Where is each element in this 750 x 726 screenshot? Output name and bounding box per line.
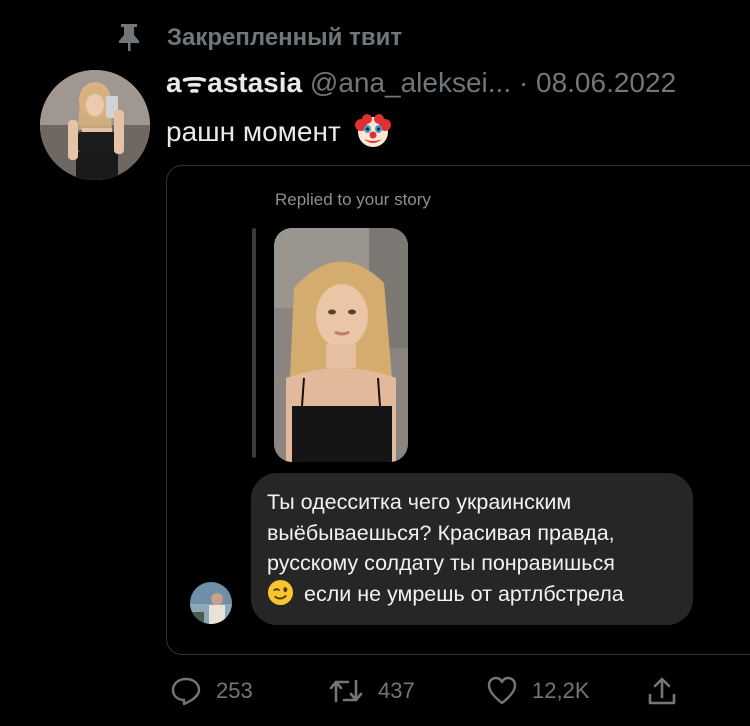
media-card[interactable]: Replied to your story Ты одесситка чего … xyxy=(166,165,750,655)
heart-icon xyxy=(487,676,517,705)
sender-avatar[interactable] xyxy=(190,582,232,624)
avatar[interactable] xyxy=(40,70,150,180)
pinned-tweet-label: Закрепленный твит xyxy=(167,24,403,51)
tweet-header: aᯤastasia @ana_aleksei... · 08.06.2022 xyxy=(166,66,676,100)
like-count: 12,2K xyxy=(532,678,590,703)
story-photo xyxy=(274,228,408,462)
avatar-photo xyxy=(40,70,150,180)
winking-face-icon xyxy=(267,579,294,605)
reply-quote-bar xyxy=(252,228,256,458)
retweet-count: 437 xyxy=(378,678,415,703)
retweet-button[interactable]: 437 xyxy=(328,673,415,709)
display-name[interactable]: aᯤastasia xyxy=(166,67,302,98)
clown-face-icon xyxy=(354,114,391,147)
sender-photo xyxy=(190,582,232,624)
message-line: русскому солдату ты понравишься xyxy=(267,551,615,575)
retweet-icon xyxy=(329,679,363,703)
user-handle[interactable]: @ana_aleksei... xyxy=(310,67,511,98)
tweet-date[interactable]: 08.06.2022 xyxy=(536,67,676,98)
separator-dot: · xyxy=(518,67,529,98)
share-button[interactable] xyxy=(646,673,692,709)
message-line: выёбываешься? Красивая правда, xyxy=(267,520,615,545)
reply-button[interactable]: 253 xyxy=(170,673,253,709)
like-button[interactable]: 12,2K xyxy=(486,673,590,709)
story-thumbnail[interactable] xyxy=(274,228,408,462)
message-text: Ты одесситка чего украинским выёбываешьс… xyxy=(267,487,624,609)
message-bubble: Ты одесситка чего украинским выёбываешьс… xyxy=(251,473,693,625)
pin-icon xyxy=(119,24,139,51)
replied-to-story-label: Replied to your story xyxy=(275,190,431,209)
tweet-text-content: рашн момент xyxy=(166,116,341,147)
tweet-text: рашн момент xyxy=(166,113,391,149)
share-icon xyxy=(648,677,676,705)
message-line: Ты одесситка чего украинским xyxy=(267,490,572,514)
reply-icon xyxy=(171,677,201,706)
reply-count: 253 xyxy=(216,678,253,703)
message-line-with-emoji: если не умрешь от артлбстрела xyxy=(267,579,624,610)
message-line: если не умрешь от артлбстрела xyxy=(304,581,624,606)
